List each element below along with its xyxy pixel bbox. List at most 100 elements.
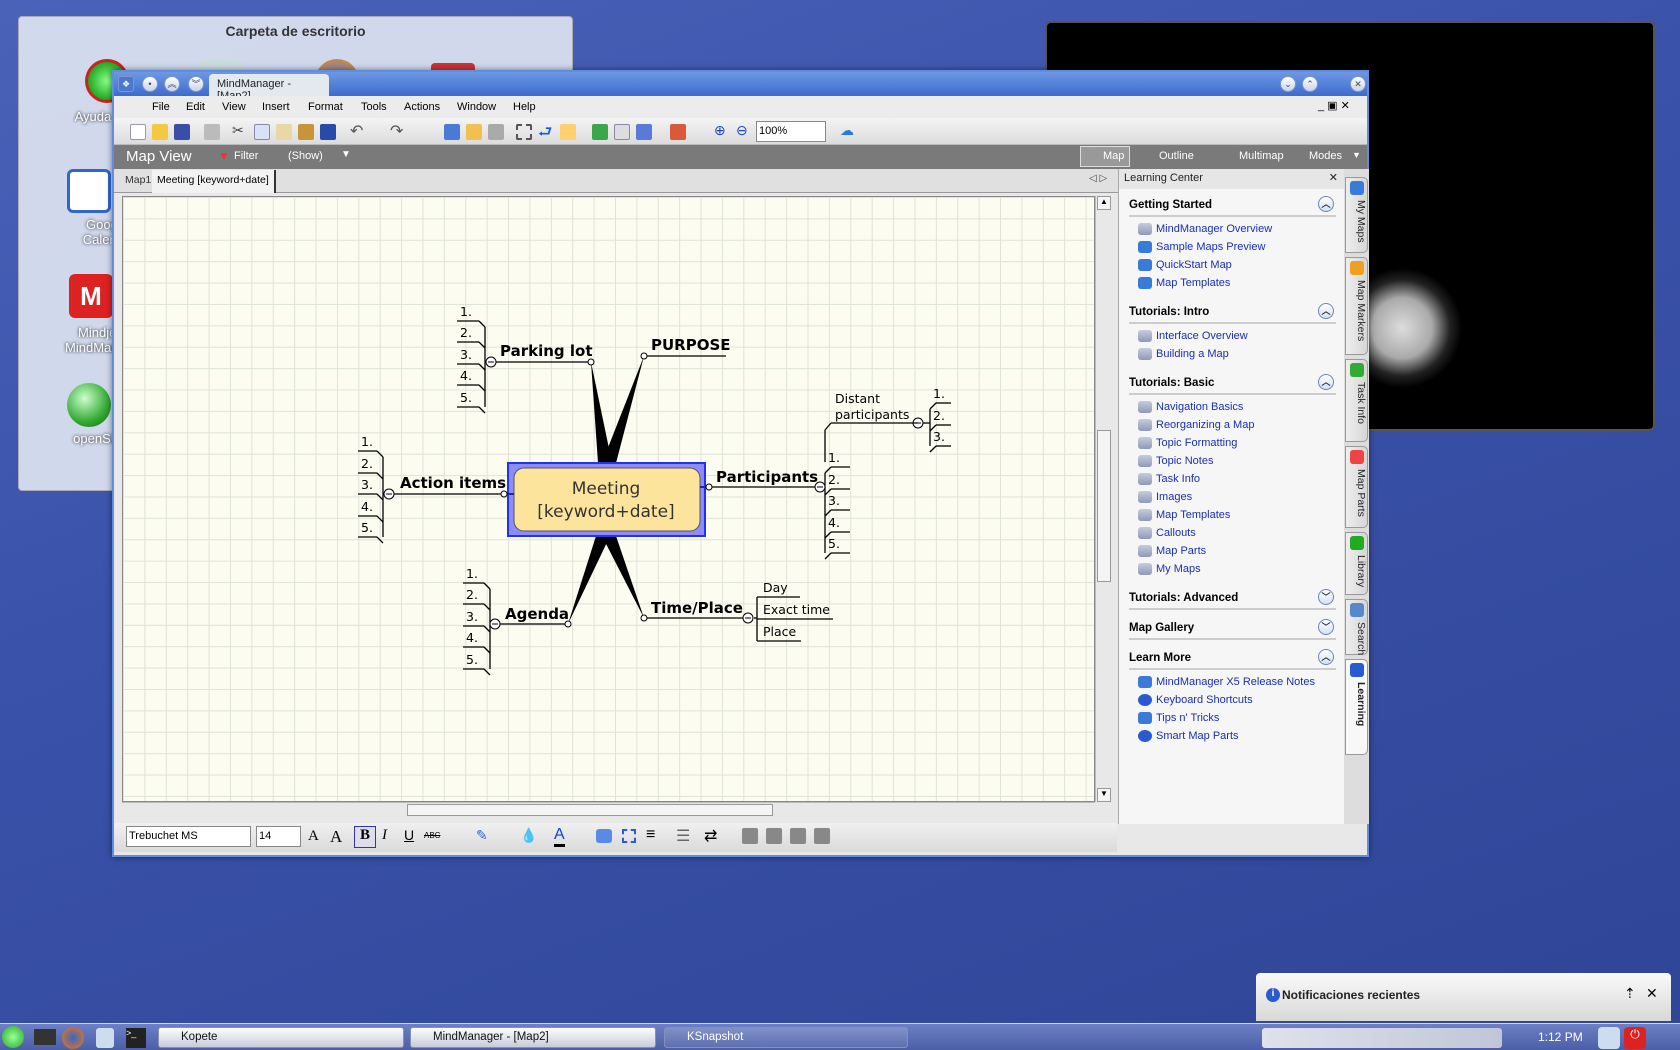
section-header[interactable]: Map Gallery ﹀ [1129, 616, 1336, 640]
bold-button[interactable]: B [354, 826, 376, 848]
layout-icon[interactable]: ⇄ [704, 826, 717, 846]
calendar-icon[interactable] [67, 169, 111, 213]
view-outline-button[interactable]: Outline [1141, 150, 1194, 162]
notes-outline-icon[interactable] [790, 828, 806, 844]
menu-insert[interactable]: Insert [262, 101, 290, 113]
notes-time-icon[interactable] [766, 828, 782, 844]
section-header[interactable]: Getting Started ︿ [1129, 193, 1336, 217]
learning-link[interactable]: My Maps [1129, 560, 1336, 578]
format-painter-icon[interactable] [298, 124, 314, 140]
learning-link[interactable]: Navigation Basics [1129, 398, 1336, 416]
firefox-icon[interactable] [62, 1027, 84, 1049]
learning-link[interactable]: Reorganizing a Map [1129, 416, 1336, 434]
zoom-select[interactable]: 100% [756, 121, 826, 142]
minimize-button[interactable]: ⌄ [1280, 76, 1296, 92]
vertical-scrollbar[interactable]: ▲ ▼ [1095, 196, 1111, 802]
menu-edit[interactable]: Edit [186, 101, 205, 113]
learning-link[interactable]: Tips n' Tricks [1129, 709, 1336, 727]
scroll-thumb[interactable] [407, 804, 773, 816]
lock-icon[interactable] [1598, 1027, 1620, 1049]
section-header[interactable]: Tutorials: Intro ︿ [1129, 300, 1336, 324]
grow-font-icon[interactable]: A [330, 827, 342, 847]
learning-link[interactable]: MindManager X5 Release Notes [1129, 673, 1336, 691]
shrink-font-icon[interactable]: A [308, 828, 319, 845]
filter-icon[interactable]: ▼ [218, 149, 230, 163]
filter-button[interactable]: Filter [234, 150, 258, 162]
topic-shape-icon[interactable] [596, 829, 612, 843]
font-color-icon[interactable]: A [554, 826, 565, 847]
note-icon[interactable] [560, 124, 576, 140]
task-mindmanager[interactable]: MindManager - [Map2] [410, 1027, 656, 1048]
mindmanager-icon[interactable]: M [69, 274, 113, 318]
boundary-icon[interactable] [516, 124, 532, 140]
menu-actions[interactable]: Actions [404, 101, 440, 113]
learning-link[interactable]: Sample Maps Preview [1129, 238, 1336, 256]
menu-window[interactable]: Window [457, 101, 496, 113]
horizontal-scrollbar[interactable] [122, 802, 1095, 817]
cut-icon[interactable]: ✂ [232, 122, 248, 138]
copy-icon[interactable] [254, 124, 270, 140]
side-tab-map-parts[interactable]: Map Parts [1345, 446, 1368, 528]
learning-link[interactable]: Task Info [1129, 470, 1336, 488]
zoom-out-icon[interactable]: ⊖ [736, 122, 752, 138]
close-icon[interactable]: ✕ [1646, 985, 1658, 1002]
zoom-in-icon[interactable]: ⊕ [714, 122, 730, 138]
collapse-icon[interactable]: ︿ [1318, 374, 1334, 390]
show-desktop-icon[interactable] [34, 1029, 56, 1045]
menu-view[interactable]: View [222, 101, 246, 113]
link-icon[interactable]: ⮐ [538, 121, 554, 141]
learning-link[interactable]: Topic Notes [1129, 452, 1336, 470]
fill-color-icon[interactable]: 💧 [520, 827, 537, 844]
maximize-button[interactable]: ⌃ [1302, 76, 1318, 92]
learning-link[interactable]: Smart Map Parts [1129, 727, 1336, 745]
view-icon[interactable]: ☁ [840, 122, 856, 138]
menu-tools[interactable]: Tools [361, 101, 387, 113]
scroll-thumb[interactable] [1097, 430, 1111, 582]
font-size-select[interactable]: 14 [256, 826, 301, 847]
section-header[interactable]: Tutorials: Advanced ﹀ [1129, 586, 1336, 610]
save-icon[interactable] [174, 124, 190, 140]
expand-icon[interactable]: ﹀ [1318, 589, 1334, 605]
learning-link[interactable]: Map Templates [1129, 274, 1336, 292]
print-icon[interactable] [204, 124, 220, 140]
close-icon[interactable]: ✕ [1329, 171, 1338, 184]
show-dropdown[interactable]: (Show) [288, 150, 323, 162]
file-manager-icon[interactable] [96, 1028, 114, 1048]
menu-help[interactable]: Help [513, 101, 536, 113]
strikethrough-button[interactable]: ABC [424, 831, 440, 840]
insert-relationship-icon[interactable] [466, 124, 482, 140]
callout-icon[interactable] [488, 124, 504, 140]
line-style-icon[interactable]: ≡ [646, 826, 655, 844]
open-icon[interactable] [152, 124, 168, 140]
learning-link[interactable]: Interface Overview [1129, 327, 1336, 345]
view-map-button[interactable]: Map [1080, 146, 1130, 167]
mdi-controls[interactable]: _ ▣ ✕ [1318, 99, 1350, 112]
terminal-icon[interactable]: >_ [126, 1028, 146, 1048]
section-header[interactable]: Tutorials: Basic ︿ [1129, 371, 1336, 395]
insert-topic-icon[interactable] [444, 124, 460, 140]
learning-link[interactable]: Callouts [1129, 524, 1336, 542]
tab-meeting[interactable]: Meeting [keyword+date] [152, 170, 276, 193]
word-export-icon[interactable] [814, 828, 830, 844]
side-tab-map-markers[interactable]: Map Markers [1345, 257, 1368, 355]
highlighter-icon[interactable] [670, 124, 686, 140]
expand-icon[interactable]: ﹀ [1318, 619, 1334, 635]
learning-link[interactable]: Keyboard Shortcuts [1129, 691, 1336, 709]
chevron-down-icon[interactable]: ▼ [341, 149, 351, 160]
tab-scroll-arrows[interactable]: ◁ ▷ [1089, 173, 1107, 184]
learning-link[interactable]: Map Parts [1129, 542, 1336, 560]
markers-icon[interactable] [592, 124, 608, 140]
side-tab-my-maps[interactable]: My Maps [1345, 177, 1368, 253]
task-icon[interactable] [614, 124, 630, 140]
section-header[interactable]: Learn More ︿ [1129, 646, 1336, 670]
logout-icon[interactable]: ⏻ [1624, 1027, 1646, 1049]
side-tab-learning[interactable]: Learning [1345, 659, 1368, 755]
system-tray[interactable] [1262, 1028, 1502, 1048]
title-bar[interactable]: ❖ • ︽ ︾ MindManager - [Map2] ⌄ ⌃ ✕ [114, 72, 1367, 102]
tab-map1[interactable]: Map1 [125, 174, 151, 186]
side-tab-library[interactable]: Library [1345, 532, 1368, 595]
view-multimap-button[interactable]: Multimap [1221, 150, 1284, 162]
start-menu-icon[interactable] [2, 1026, 24, 1048]
clock[interactable]: 1:12 PM [1538, 1030, 1583, 1044]
line-dash-icon[interactable]: ☰ [676, 826, 690, 846]
